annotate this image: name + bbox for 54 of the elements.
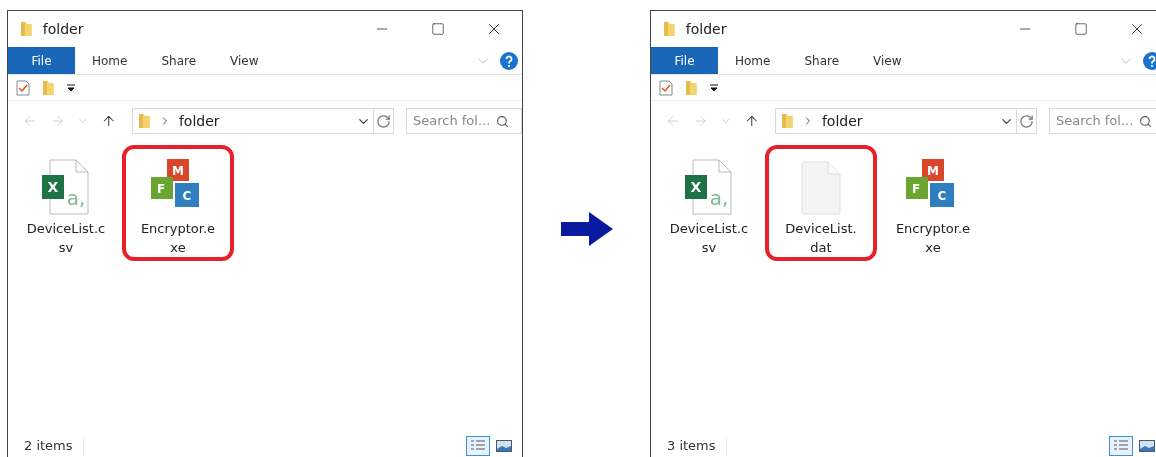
file-name: DeviceList.c sv xyxy=(26,220,106,257)
list-icon xyxy=(470,439,486,453)
ribbon-tab[interactable]: View xyxy=(213,47,276,74)
maximize-icon[interactable] xyxy=(431,22,445,36)
ribbon-tab[interactable]: File xyxy=(8,47,75,74)
search-field[interactable]: Search fol... xyxy=(406,108,522,134)
landscape-icon xyxy=(496,440,512,452)
customize-dropdown-icon[interactable] xyxy=(66,83,75,92)
file-item[interactable]: X a, DeviceList.c sv xyxy=(653,145,765,261)
file-name: Encryptor.e xe xyxy=(895,220,971,257)
new-folder-icon xyxy=(685,79,698,96)
ribbon-tab[interactable]: View xyxy=(856,47,919,74)
right-arrow-icon xyxy=(560,211,613,246)
folder-icon xyxy=(663,21,676,37)
file-item[interactable]: M F C Encryptor.e xe xyxy=(877,145,989,261)
ribbon-tab[interactable]: Share xyxy=(144,47,214,74)
refresh-icon[interactable] xyxy=(1019,113,1034,129)
list-icon xyxy=(1113,439,1129,453)
details-view-button[interactable] xyxy=(1109,436,1133,456)
file-item[interactable]: X a, DeviceList.c sv xyxy=(10,145,122,261)
search-icon[interactable] xyxy=(496,114,510,128)
new-folder-icon xyxy=(42,79,55,96)
address-bar[interactable]: folder xyxy=(132,108,394,134)
file-name: Encryptor.e xe xyxy=(140,220,216,257)
item-count: 2 items xyxy=(24,436,84,456)
file-item[interactable]: DeviceList. dat xyxy=(765,145,877,261)
window-title: folder xyxy=(685,19,727,39)
properties-check-icon[interactable] xyxy=(16,79,30,96)
address-text: folder xyxy=(178,111,220,131)
address-bar[interactable]: folder xyxy=(775,108,1037,134)
folder-icon xyxy=(20,21,33,37)
maximize-icon[interactable] xyxy=(1074,22,1088,36)
properties-check-icon[interactable] xyxy=(659,79,673,96)
ribbon-tab[interactable]: Home xyxy=(718,47,788,74)
file-name: DeviceList. dat xyxy=(785,220,857,257)
refresh-icon[interactable] xyxy=(376,113,391,129)
details-view-button[interactable] xyxy=(466,436,490,456)
folder-icon xyxy=(138,113,151,129)
search-icon[interactable] xyxy=(1139,114,1153,128)
item-count: 3 items xyxy=(667,436,727,456)
ribbon-tab[interactable]: File xyxy=(651,47,718,74)
address-text: folder xyxy=(821,111,863,131)
search-field[interactable]: Search fol... xyxy=(1049,108,1156,134)
landscape-icon xyxy=(1139,440,1155,452)
folder-icon xyxy=(781,113,794,129)
help-icon[interactable] xyxy=(1143,51,1156,70)
file-name: DeviceList.c sv xyxy=(669,220,749,257)
customize-dropdown-icon[interactable] xyxy=(709,83,718,92)
ribbon-tab[interactable]: Home xyxy=(75,47,145,74)
window-title: folder xyxy=(42,19,84,39)
blank-file-icon xyxy=(801,161,841,215)
help-icon[interactable] xyxy=(500,51,518,70)
file-item[interactable]: M F C Encryptor.e xe xyxy=(122,145,234,261)
ribbon-tab[interactable]: Share xyxy=(787,47,857,74)
